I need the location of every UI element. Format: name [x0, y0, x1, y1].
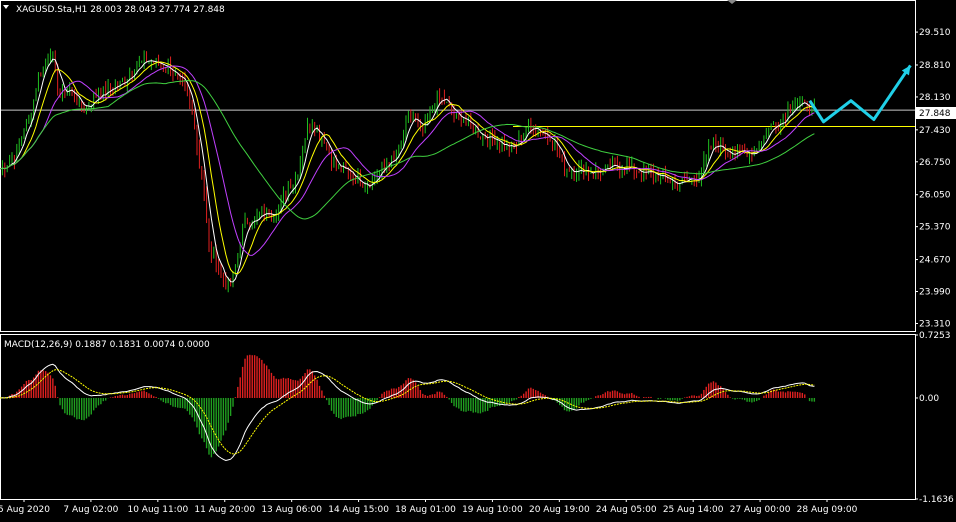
time-axis-label: 7 Aug 02:00 — [63, 505, 118, 515]
current-price-label: 27.848 — [919, 109, 951, 119]
time-axis-label: 28 Aug 09:00 — [797, 505, 858, 515]
macd-axis-label: -1.1636 — [919, 495, 954, 505]
chart-canvas[interactable]: XAGUSD.Sta,H1 28.003 28.043 27.774 27.84… — [0, 0, 956, 519]
time-axis-label: 18 Aug 01:00 — [395, 505, 456, 515]
macd-title: MACD(12,26,9) 0.1887 0.1831 0.0074 0.000… — [4, 340, 210, 350]
price-axis-label: 25.370 — [919, 223, 951, 233]
time-axis-label: 11 Aug 20:00 — [194, 505, 255, 515]
time-axis-label: 13 Aug 06:00 — [261, 505, 322, 515]
time-axis-label: 24 Aug 05:00 — [596, 505, 657, 515]
price-axis-label: 28.130 — [919, 93, 951, 103]
price-axis-label: 23.990 — [919, 288, 951, 298]
price-axis-label: 23.310 — [919, 319, 951, 329]
time-axis-label: 27 Aug 00:00 — [730, 505, 791, 515]
macd-axis-label: 0.00 — [919, 394, 939, 404]
time-axis-label: 5 Aug 2020 — [0, 505, 50, 515]
time-axis-label: 10 Aug 11:00 — [127, 505, 188, 515]
price-axis-label: 26.050 — [919, 191, 951, 201]
macd-axis-label: 0.7253 — [919, 331, 951, 341]
time-axis-label: 20 Aug 19:00 — [529, 505, 590, 515]
price-axis-label: 24.670 — [919, 256, 951, 266]
price-chart-title: XAGUSD.Sta,H1 28.003 28.043 27.774 27.84… — [16, 5, 225, 15]
price-axis-label: 26.750 — [919, 158, 951, 168]
price-axis-label: 28.810 — [919, 61, 951, 71]
time-axis-label: 14 Aug 15:00 — [328, 505, 389, 515]
time-axis-label: 25 Aug 14:00 — [663, 505, 724, 515]
price-axis-label: 29.510 — [919, 28, 951, 38]
time-axis-label: 19 Aug 10:00 — [462, 505, 523, 515]
chart-window[interactable]: XAGUSD.Sta,H1 28.003 28.043 27.774 27.84… — [0, 0, 956, 519]
price-axis-label: 27.430 — [919, 126, 951, 136]
